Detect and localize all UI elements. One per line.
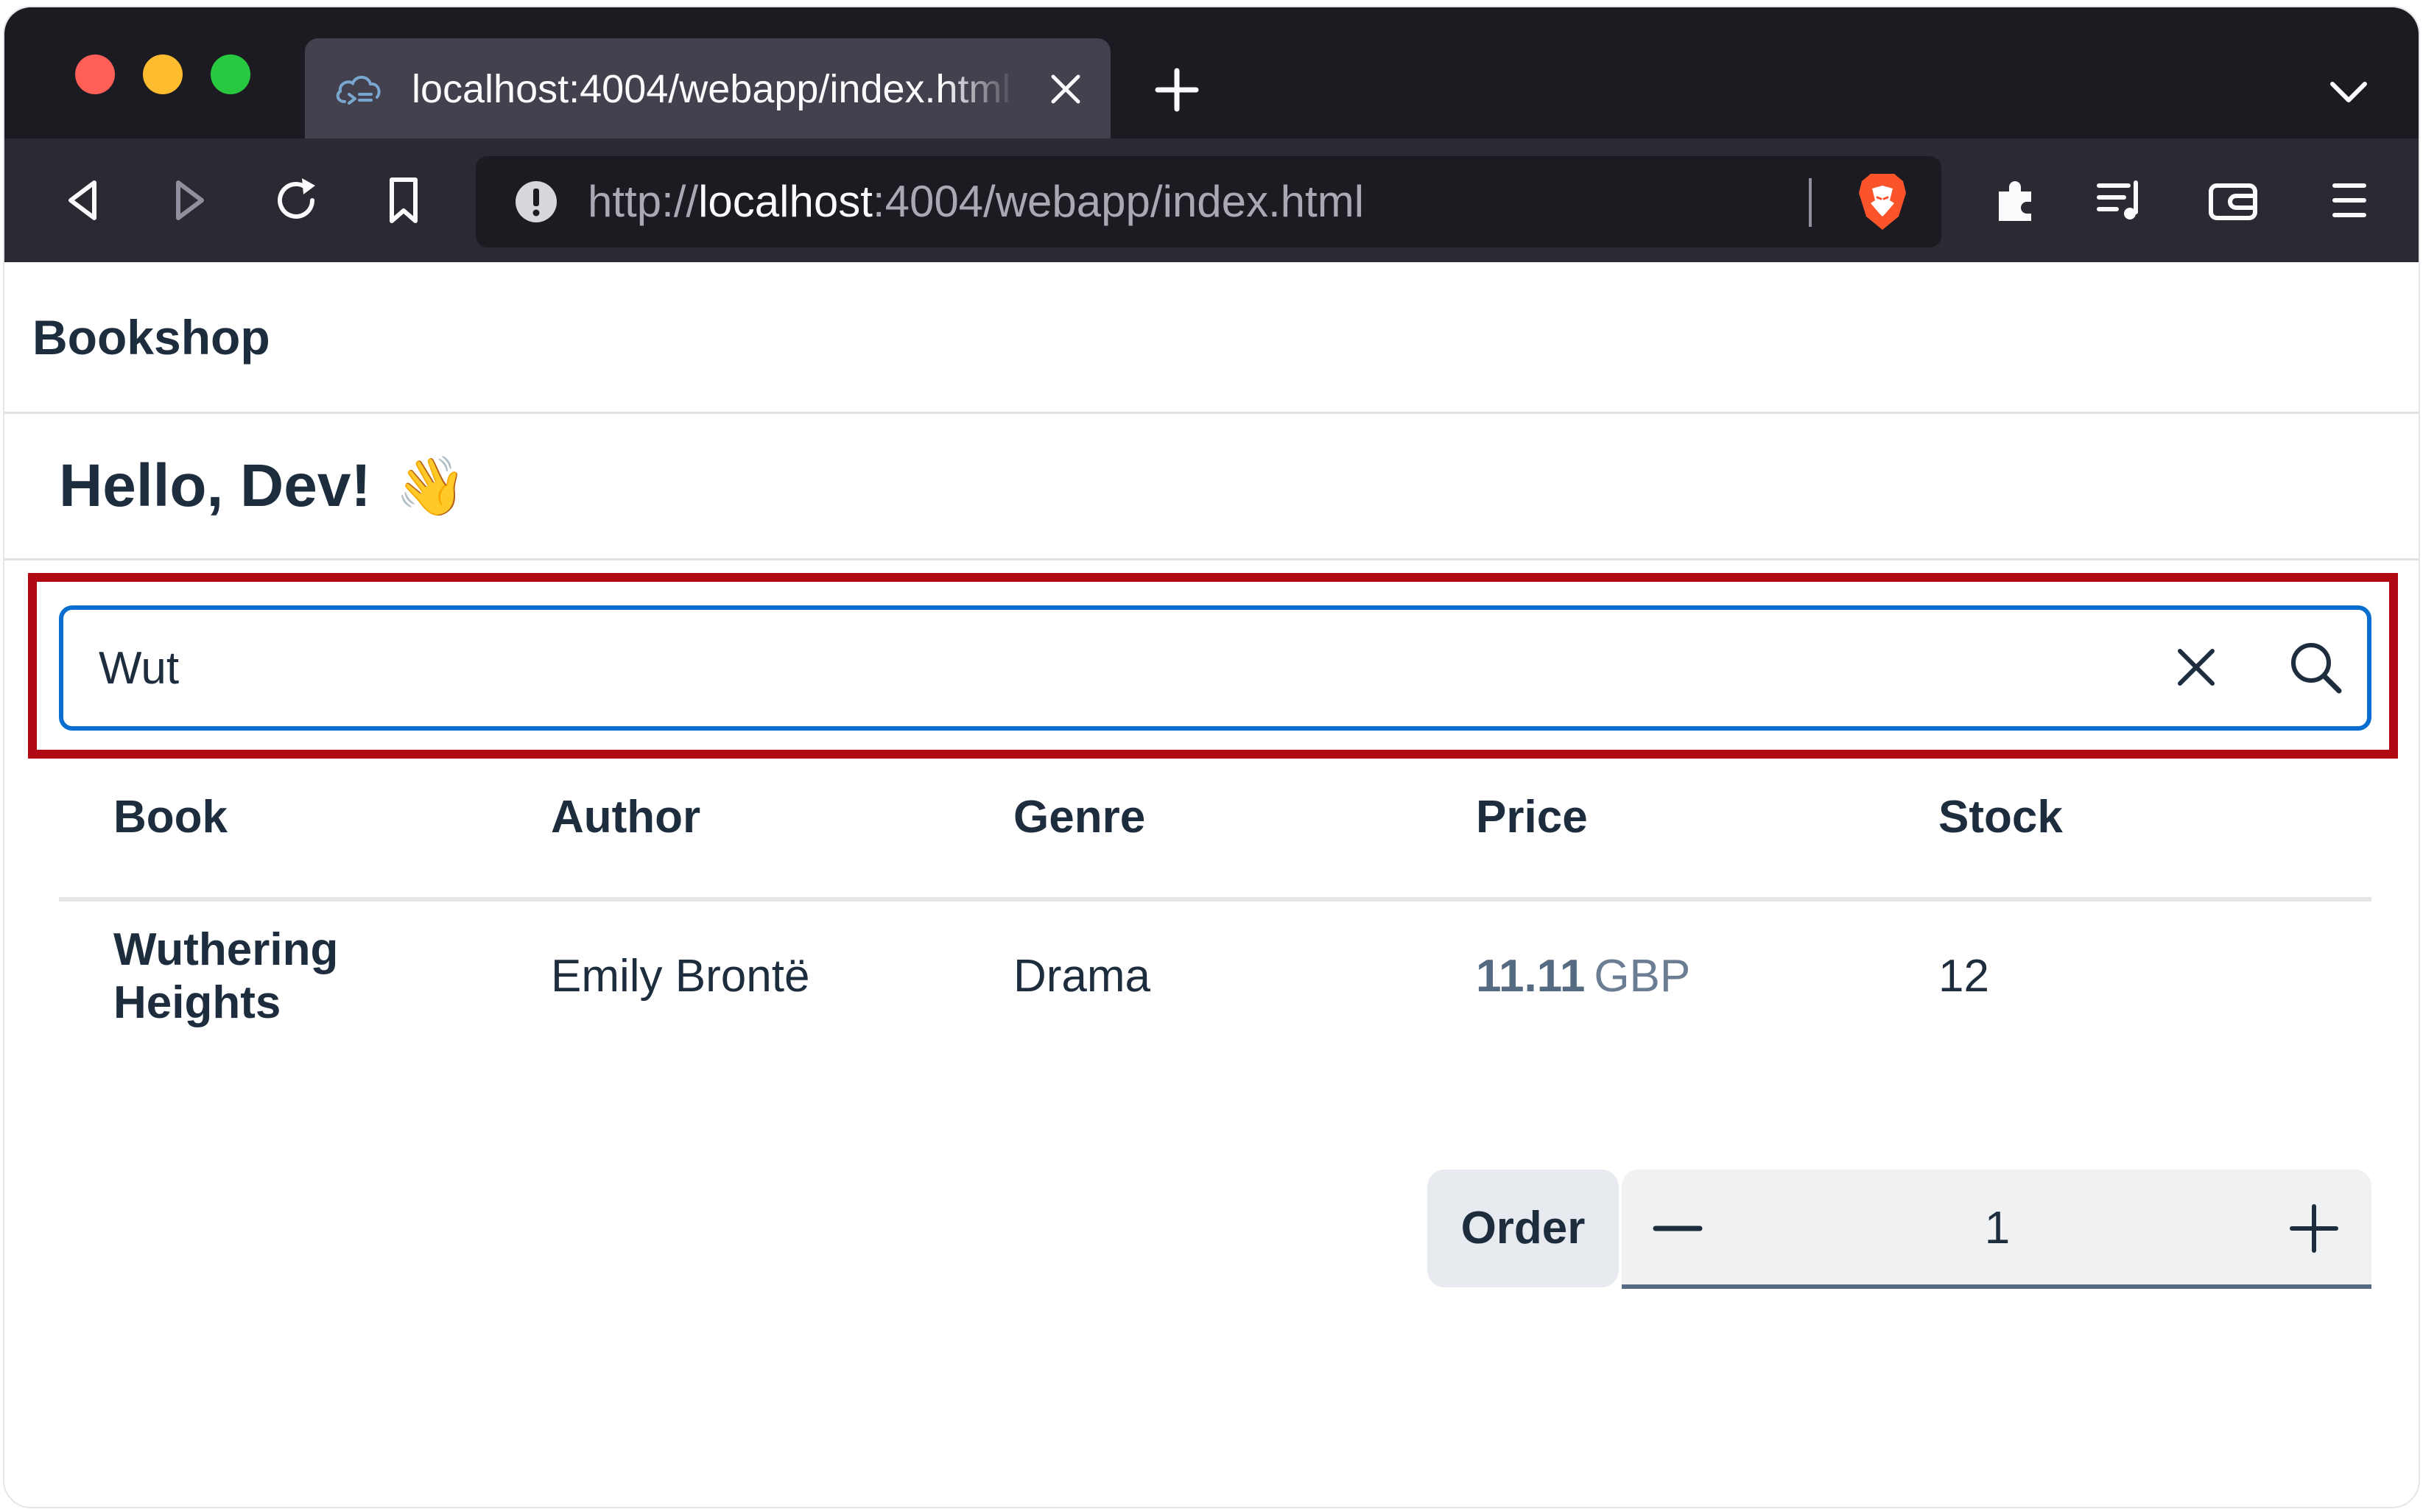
price-currency: GBP bbox=[1594, 951, 1691, 1002]
page-title: Hello, Dev! 👋 bbox=[59, 451, 467, 521]
search-input-value[interactable]: Wut bbox=[99, 639, 179, 698]
quantity-stepper[interactable]: 1 bbox=[1622, 1170, 2371, 1289]
info-warning-icon[interactable] bbox=[514, 180, 558, 224]
bookmark-icon[interactable] bbox=[377, 174, 430, 227]
browser-tab[interactable]: localhost:4004/webapp/index.html bbox=[305, 38, 1111, 138]
table-header: Book Author Genre Price Stock bbox=[59, 773, 2371, 901]
cloud-code-icon bbox=[336, 75, 381, 105]
extensions-icon[interactable] bbox=[1988, 174, 2042, 227]
browser-window: localhost:4004/webapp/index.html http://… bbox=[3, 6, 2420, 1508]
quantity-value[interactable]: 1 bbox=[1843, 1200, 2152, 1256]
forward-icon[interactable] bbox=[162, 174, 215, 227]
table-row[interactable]: Wuthering Heights Emily Brontë Drama 11.… bbox=[59, 901, 2371, 1063]
brave-shields-icon[interactable] bbox=[1853, 171, 1912, 233]
minus-icon[interactable] bbox=[1648, 1199, 1707, 1258]
address-bar[interactable]: http://localhost:4004/webapp/index.html bbox=[476, 156, 1941, 247]
chevron-down-icon[interactable] bbox=[2328, 78, 2369, 108]
url-scheme: http:// bbox=[588, 177, 699, 226]
app-header: Bookshop bbox=[4, 262, 2419, 414]
column-header-genre[interactable]: Genre bbox=[1013, 791, 1145, 843]
column-header-stock[interactable]: Stock bbox=[1938, 791, 2063, 843]
tab-bar: localhost:4004/webapp/index.html bbox=[4, 7, 2419, 138]
minimize-window-button[interactable] bbox=[143, 54, 183, 94]
book-title-line1: Wuthering bbox=[113, 924, 339, 975]
back-icon[interactable] bbox=[57, 174, 110, 227]
page-header: Hello, Dev! 👋 bbox=[4, 416, 2419, 560]
cell-book: Wuthering Heights bbox=[113, 924, 423, 1030]
maximize-window-button[interactable] bbox=[211, 54, 250, 94]
playlist-icon[interactable] bbox=[2095, 174, 2148, 227]
waving-hand-icon: 👋 bbox=[395, 454, 467, 518]
app-title: Bookshop bbox=[32, 310, 270, 365]
price-value: 11.11 bbox=[1476, 951, 1586, 1002]
reload-icon[interactable] bbox=[270, 174, 323, 227]
tab-title: localhost:4004/webapp/index.html bbox=[412, 67, 1011, 111]
cell-author: Emily Brontë bbox=[551, 951, 810, 1002]
search-input[interactable]: Wut bbox=[59, 605, 2371, 731]
menu-icon[interactable] bbox=[2323, 174, 2376, 227]
clear-icon[interactable] bbox=[2170, 641, 2223, 694]
column-header-price[interactable]: Price bbox=[1476, 791, 1588, 843]
close-tab-icon[interactable] bbox=[1047, 71, 1084, 108]
order-button[interactable]: Order bbox=[1427, 1170, 1619, 1287]
nav-toolbar: http://localhost:4004/webapp/index.html bbox=[4, 138, 2419, 262]
wallet-icon[interactable] bbox=[2206, 174, 2260, 227]
url-text[interactable]: http://localhost:4004/webapp/index.html bbox=[588, 174, 1364, 230]
close-window-button[interactable] bbox=[75, 54, 115, 94]
column-header-book[interactable]: Book bbox=[113, 791, 228, 843]
search-icon[interactable] bbox=[2286, 638, 2345, 697]
url-divider bbox=[1809, 178, 1812, 227]
cell-genre: Drama bbox=[1013, 951, 1151, 1002]
greeting-text: Hello, Dev! bbox=[59, 452, 371, 519]
plus-icon[interactable] bbox=[2285, 1199, 2343, 1258]
cell-price: 11.11 GBP bbox=[1476, 950, 1690, 1002]
book-title-line2: Heights bbox=[113, 977, 281, 1028]
books-table: Book Author Genre Price Stock Wuthering … bbox=[59, 773, 2371, 1063]
column-header-author[interactable]: Author bbox=[551, 791, 700, 843]
url-host: localhost bbox=[698, 177, 873, 226]
url-path: :4004/webapp/index.html bbox=[872, 177, 1365, 226]
cell-stock: 12 bbox=[1938, 951, 1989, 1002]
new-tab-icon[interactable] bbox=[1153, 66, 1200, 113]
